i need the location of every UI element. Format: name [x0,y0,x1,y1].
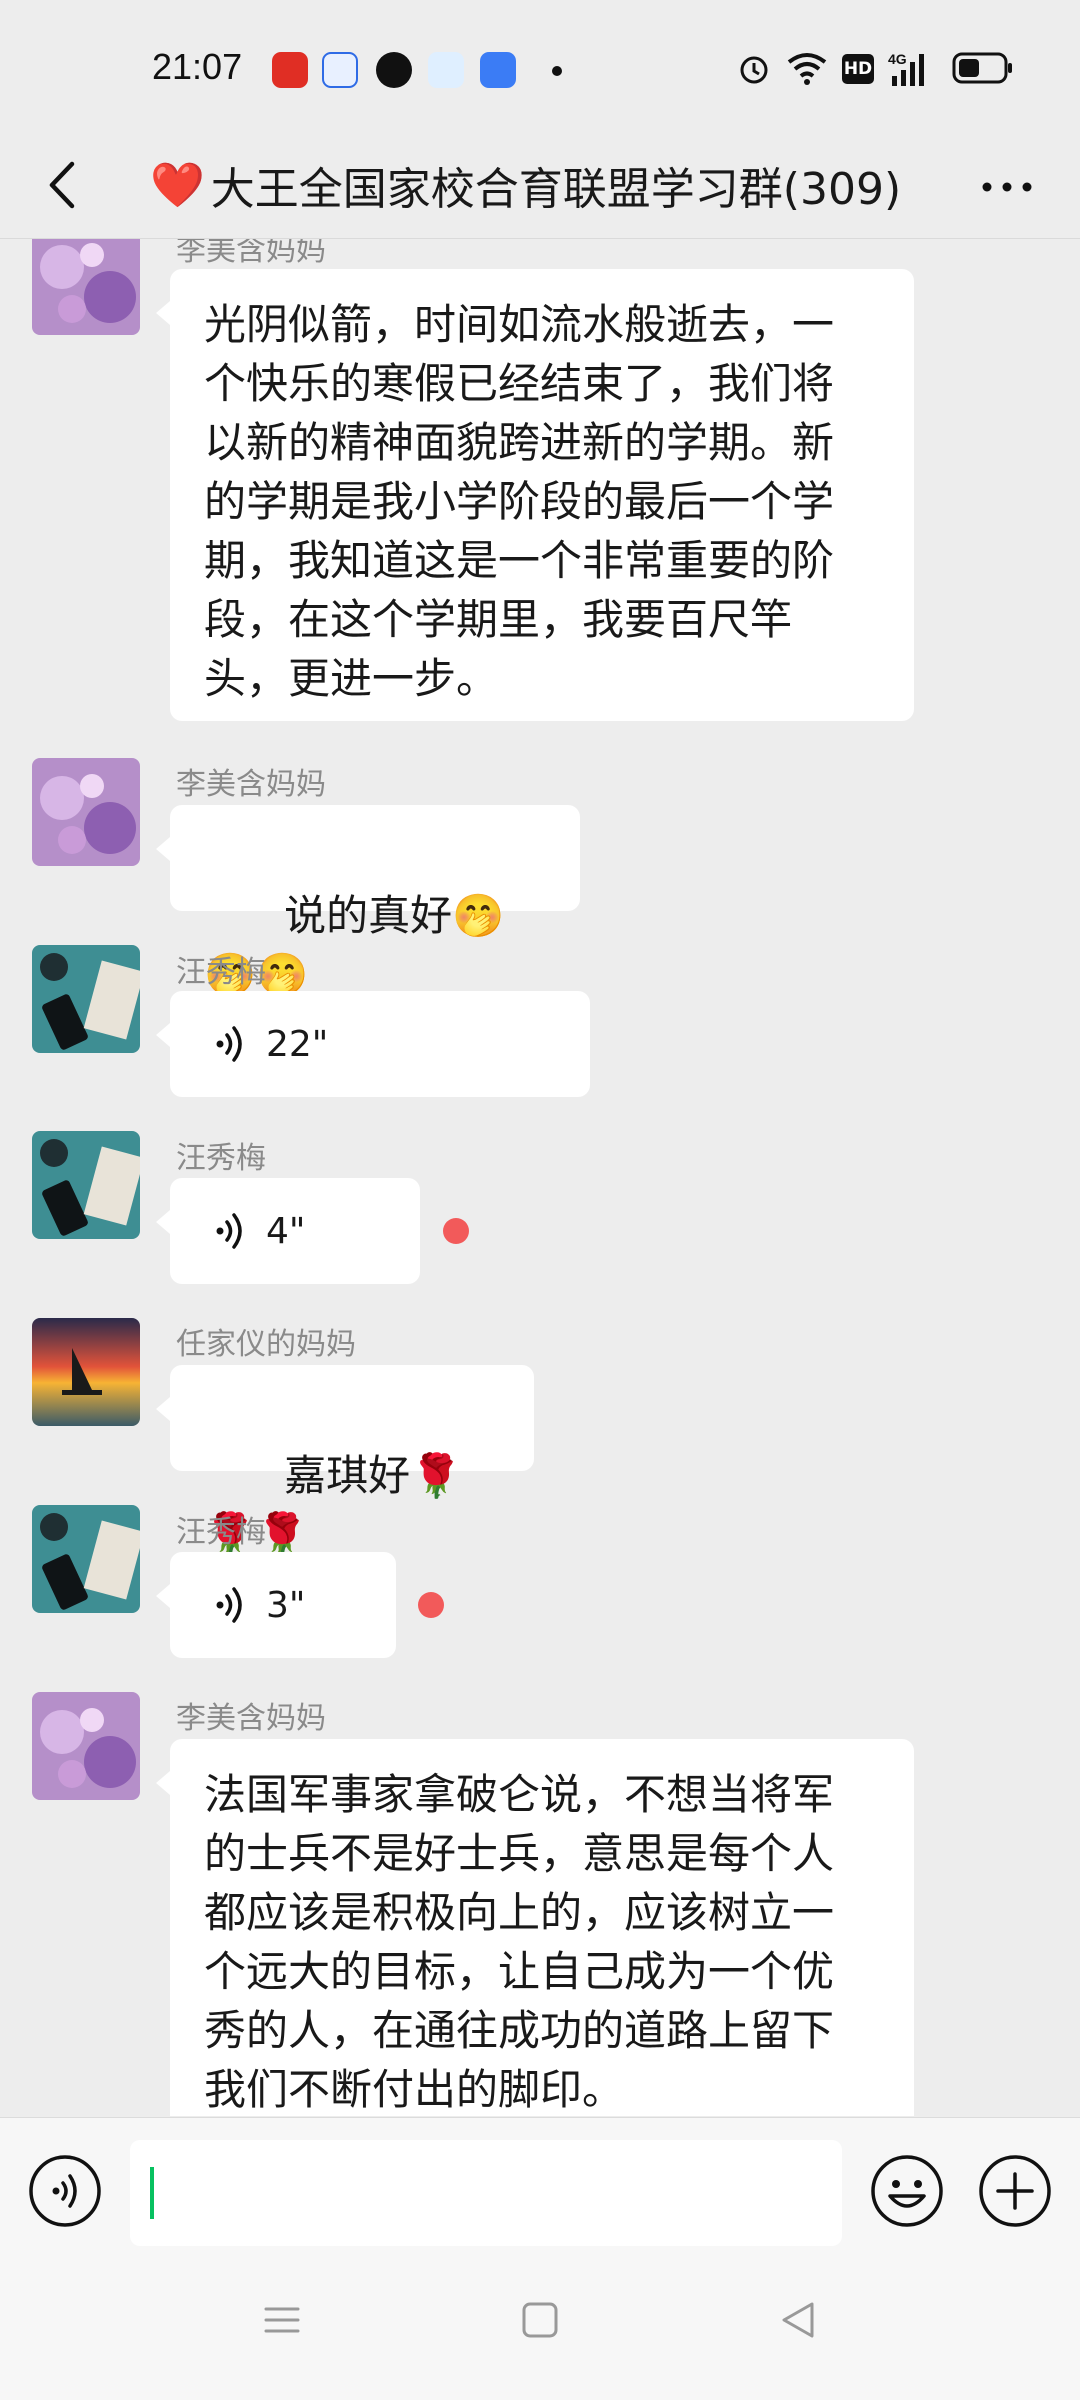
voice-duration: 3" [266,1584,306,1626]
sender-name: 李美含妈妈 [176,1701,326,1736]
voice-playback-icon [216,1587,242,1623]
voice-message[interactable]: 22" [156,991,590,1097]
app-icon [428,52,464,88]
message-list[interactable]: 李美含妈妈 光阴似箭，时间如流水般逝去，一 个快乐的寒假已经结束了，我们将 以新… [0,239,1080,2116]
voice-input-icon[interactable] [28,2154,102,2228]
message-text: 说的真好 [284,891,453,940]
system-nav-bar [0,2258,1080,2400]
back-triangle-icon[interactable] [778,2300,818,2340]
signal-4g-icon: 4G [888,51,924,86]
quark-icon [376,52,412,88]
avatar[interactable] [32,1318,140,1426]
wifi-icon [787,53,827,85]
avatar[interactable] [32,1131,140,1239]
message-bubble[interactable]: 光阴似箭，时间如流水般逝去，一 个快乐的寒假已经结束了，我们将 以新的精神面貌跨… [156,269,914,721]
avatar[interactable] [32,1692,140,1800]
app-icon [480,52,516,88]
avatar[interactable] [32,239,140,335]
voice-message[interactable]: 3" [156,1552,396,1658]
voice-message[interactable]: 4" [156,1178,420,1284]
avatar[interactable] [32,758,140,866]
battery-icon [952,52,1012,84]
emoji-icon[interactable] [870,2154,944,2228]
sender-name: 李美含妈妈 [176,767,326,802]
more-options-icon[interactable] [972,152,1042,222]
home-icon[interactable] [520,2300,560,2340]
chat-title: ❤️ 大王全国家校合育联盟学习群(309) [150,150,940,220]
message-bubble[interactable]: 嘉琪好🌹🌹🌹 [156,1365,534,1559]
message-text: 法国军事家拿破仑说，不想当将军 的士兵不是好士兵，意思是每个人 都应该是积极向上… [204,1770,835,2114]
unread-dot [443,1218,469,1244]
avatar[interactable] [32,945,140,1053]
alarm-icon [740,56,768,84]
sender-name: 汪秀梅 [176,955,266,990]
status-bar: 21:07 HD 4G [0,0,1080,130]
message-input[interactable] [130,2140,842,2246]
voice-playback-icon [216,1026,242,1062]
plus-icon[interactable] [978,2154,1052,2228]
sender-name: 汪秀梅 [176,1515,266,1550]
group-name: 大王全国家校合育联盟学习群(309) [210,164,902,215]
chat-header: ❤️ 大王全国家校合育联盟学习群(309) [0,130,1080,239]
pinduoduo-icon [272,52,308,88]
sender-name: 李美含妈妈 [176,239,326,268]
hd-icon: HD [842,54,874,84]
status-time: 21:07 [152,46,243,87]
avatar[interactable] [32,1505,140,1613]
sender-name: 任家仪的妈妈 [176,1327,356,1362]
message-bubble[interactable]: 说的真好🤭🤭🤭 [156,805,580,999]
voice-duration: 22" [266,1023,329,1065]
message-text: 光阴似箭，时间如流水般逝去，一 个快乐的寒假已经结束了，我们将 以新的精神面貌跨… [204,300,835,703]
app-icon [322,52,358,88]
unread-dot [418,1592,444,1618]
input-bar [0,2117,1080,2258]
voice-duration: 4" [266,1210,306,1252]
message-text: 嘉琪好 [284,1451,411,1500]
menu-icon[interactable] [262,2300,302,2340]
back-arrow-icon[interactable] [30,150,100,220]
voice-playback-icon [216,1213,242,1249]
sender-name: 汪秀梅 [176,1141,266,1176]
heart-icon: ❤️ [150,160,205,211]
more-notifications-dot [552,66,562,76]
text-cursor [150,2167,154,2219]
message-bubble[interactable]: 法国军事家拿破仑说，不想当将军 的士兵不是好士兵，意思是每个人 都应该是积极向上… [156,1739,914,2116]
svg-text:4G: 4G [888,51,907,67]
